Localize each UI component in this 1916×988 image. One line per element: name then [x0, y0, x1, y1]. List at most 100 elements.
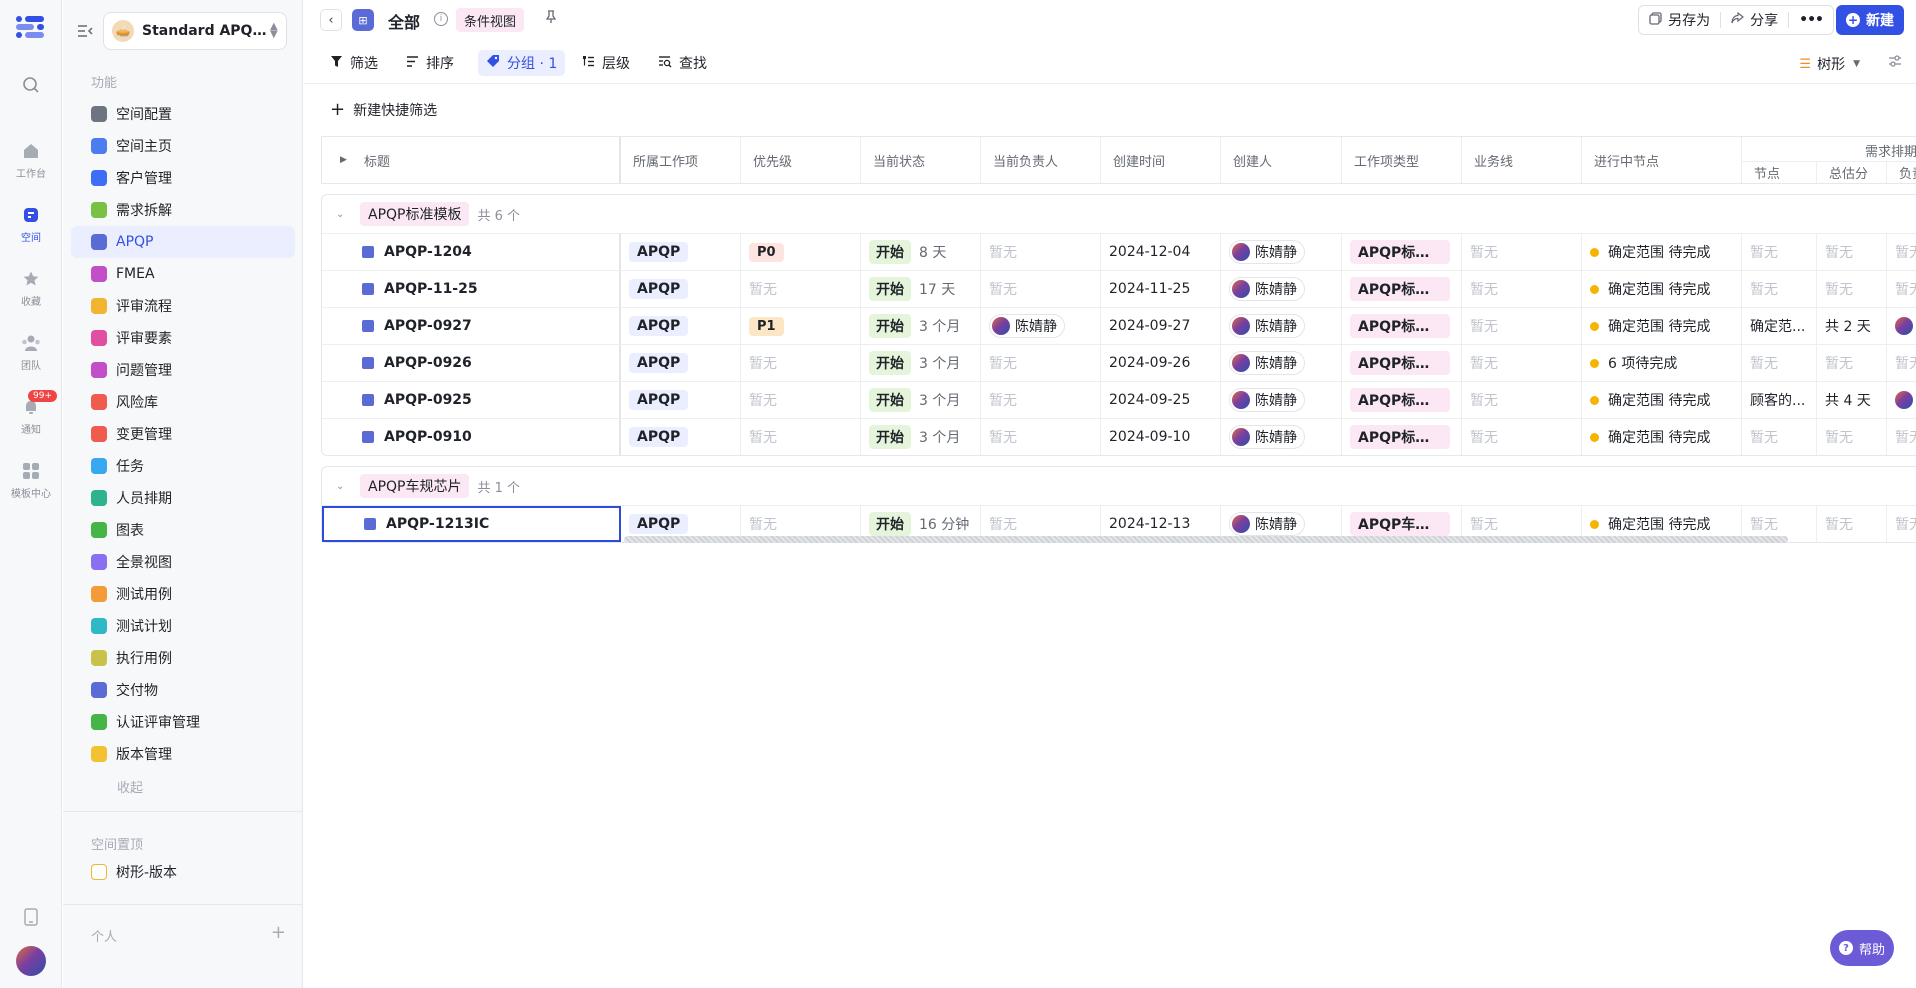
column-schedule-node[interactable]: 节点: [1742, 161, 1817, 183]
cell-created[interactable]: 2024-09-26: [1101, 345, 1221, 381]
cell-owner[interactable]: 陈婧静: [981, 308, 1101, 344]
cell-sched-node[interactable]: 暂无: [1742, 345, 1817, 381]
cell-sched-owner[interactable]: 暂无: [1887, 419, 1916, 455]
collapse-link[interactable]: 收起: [71, 770, 295, 802]
rail-search[interactable]: [0, 74, 62, 126]
sidebar-item-6[interactable]: 评审流程: [71, 290, 295, 322]
cell-node[interactable]: 6 项待完成: [1582, 345, 1742, 381]
cell-creator[interactable]: 陈婧静: [1221, 382, 1342, 418]
sidebar-item-17[interactable]: 执行用例: [71, 642, 295, 674]
cell-work-item[interactable]: APQP: [621, 271, 741, 307]
column-type[interactable]: 工作项类型: [1342, 137, 1462, 183]
cell-sched-owner[interactable]: 暂无: [1887, 506, 1916, 542]
cell-status[interactable]: 开始 8 天: [861, 234, 981, 270]
cell-status[interactable]: 开始 3 个月: [861, 419, 981, 455]
cell-work-item[interactable]: APQP: [621, 308, 741, 344]
table-row[interactable]: APQP-11-25 APQP 暂无 开始 17 天 暂无 2024-11-25 陈婧静 APQ…: [322, 270, 1916, 307]
cell-title[interactable]: APQP-0927: [322, 308, 621, 344]
rail-team[interactable]: 团队: [0, 332, 62, 384]
add-personal-icon[interactable]: +: [271, 922, 286, 943]
settings-sliders-icon[interactable]: [1888, 54, 1902, 72]
cell-sched-node[interactable]: 暂无: [1742, 271, 1817, 307]
cell-priority[interactable]: 暂无: [741, 345, 861, 381]
sidebar-item-12[interactable]: 人员排期: [71, 482, 295, 514]
info-icon[interactable]: i: [434, 12, 448, 26]
cell-sched-node[interactable]: 暂无: [1742, 419, 1817, 455]
cell-type[interactable]: APQP标准...: [1342, 271, 1462, 307]
sidebar-item-5[interactable]: FMEA: [71, 258, 295, 290]
more-button[interactable]: •••: [1789, 6, 1833, 34]
cell-title[interactable]: APQP-0926: [322, 345, 621, 381]
cell-status[interactable]: 开始 3 个月: [861, 308, 981, 344]
cell-sched-owner[interactable]: [1887, 382, 1916, 418]
sidebar-item-13[interactable]: 图表: [71, 514, 295, 546]
cell-title[interactable]: APQP-0910: [322, 419, 621, 455]
sidebar-item-14[interactable]: 全景视图: [71, 546, 295, 578]
horizontal-scrollbar[interactable]: [624, 536, 1788, 543]
sidebar-item-18[interactable]: 交付物: [71, 674, 295, 706]
cell-owner[interactable]: 暂无: [981, 419, 1101, 455]
cell-priority[interactable]: 暂无: [741, 419, 861, 455]
cell-sched-owner[interactable]: [1887, 308, 1916, 344]
cell-sched-total[interactable]: 暂无: [1817, 271, 1887, 307]
sidebar-item-1[interactable]: 空间主页: [71, 130, 295, 162]
cell-status[interactable]: 开始 3 个月: [861, 382, 981, 418]
cell-title[interactable]: APQP-1213IC: [322, 506, 621, 542]
cell-title[interactable]: APQP-1204: [322, 234, 621, 270]
sidebar-item-4[interactable]: APQP: [71, 226, 295, 258]
column-priority[interactable]: 优先级: [741, 137, 861, 183]
share-button[interactable]: 分享: [1721, 6, 1788, 34]
cell-business[interactable]: 暂无: [1462, 234, 1582, 270]
condition-view-tag[interactable]: 条件视图: [456, 8, 525, 32]
collapse-sidebar-icon[interactable]: [73, 19, 97, 43]
view-mode-select[interactable]: ☰ 树形 ▼: [1799, 54, 1860, 74]
column-node[interactable]: 进行中节点: [1582, 137, 1742, 183]
cell-work-item[interactable]: APQP: [621, 419, 741, 455]
back-button[interactable]: ‹: [320, 9, 342, 31]
cell-priority[interactable]: P0: [741, 234, 861, 270]
cell-title[interactable]: APQP-0925: [322, 382, 621, 418]
filter-button[interactable]: 筛选: [322, 50, 386, 76]
group-button[interactable]: 分组 · 1: [478, 50, 566, 76]
cell-creator[interactable]: 陈婧静: [1221, 345, 1342, 381]
cell-node[interactable]: 确定范围 待完成: [1582, 234, 1742, 270]
cell-owner[interactable]: 暂无: [981, 234, 1101, 270]
group-header[interactable]: ⌄ APQP车规芯片共 1 个: [322, 467, 1916, 505]
cell-created[interactable]: 2024-09-25: [1101, 382, 1221, 418]
cell-type[interactable]: APQP标准...: [1342, 419, 1462, 455]
rail-space[interactable]: 空间: [0, 204, 62, 256]
cell-sched-node[interactable]: 暂无: [1742, 234, 1817, 270]
cell-priority[interactable]: P1: [741, 308, 861, 344]
sidebar-item-16[interactable]: 测试计划: [71, 610, 295, 642]
cell-sched-total[interactable]: 暂无: [1817, 506, 1887, 542]
cell-creator[interactable]: 陈婧静: [1221, 419, 1342, 455]
chevron-down-icon[interactable]: ⌄: [336, 481, 352, 492]
table-row[interactable]: APQP-0925 APQP 暂无 开始 3 个月 暂无 2024-09-25 陈婧静 APQP…: [322, 381, 1916, 418]
app-logo[interactable]: [16, 14, 46, 40]
save-as-button[interactable]: 另存为: [1639, 6, 1720, 34]
table-row[interactable]: APQP-1204 APQP P0 开始 8 天 暂无 2024-12-04 陈婧静 APQP标…: [322, 233, 1916, 270]
cell-type[interactable]: APQP标准...: [1342, 308, 1462, 344]
new-quick-filter-button[interactable]: + 新建快捷筛选: [330, 100, 437, 120]
cell-business[interactable]: 暂无: [1462, 271, 1582, 307]
sort-button[interactable]: 排序: [398, 50, 462, 76]
table-row[interactable]: APQP-0926 APQP 暂无 开始 3 个月 暂无 2024-09-26 陈婧静 APQP…: [322, 344, 1916, 381]
cell-owner[interactable]: 暂无: [981, 271, 1101, 307]
cell-type[interactable]: APQP标准...: [1342, 234, 1462, 270]
sidebar-item-8[interactable]: 问题管理: [71, 354, 295, 386]
chevron-down-icon[interactable]: ⌄: [336, 209, 352, 220]
sidebar-item-20[interactable]: 版本管理: [71, 738, 295, 770]
cell-sched-total[interactable]: 暂无: [1817, 234, 1887, 270]
cell-sched-total[interactable]: 共 2 天: [1817, 308, 1887, 344]
cell-creator[interactable]: 陈婧静: [1221, 308, 1342, 344]
cell-owner[interactable]: 暂无: [981, 382, 1101, 418]
cell-node[interactable]: 确定范围 待完成: [1582, 308, 1742, 344]
pinned-item-0[interactable]: 树形-版本: [71, 856, 295, 888]
rail-templates[interactable]: 模板中心: [0, 460, 62, 512]
column-work-item[interactable]: 所属工作项: [621, 137, 741, 183]
sidebar-item-15[interactable]: 测试用例: [71, 578, 295, 610]
sidebar-item-2[interactable]: 客户管理: [71, 162, 295, 194]
rail-notifications[interactable]: 99+ 通知: [0, 390, 62, 448]
cell-work-item[interactable]: APQP: [621, 234, 741, 270]
column-schedule-total[interactable]: 总估分: [1817, 161, 1887, 183]
